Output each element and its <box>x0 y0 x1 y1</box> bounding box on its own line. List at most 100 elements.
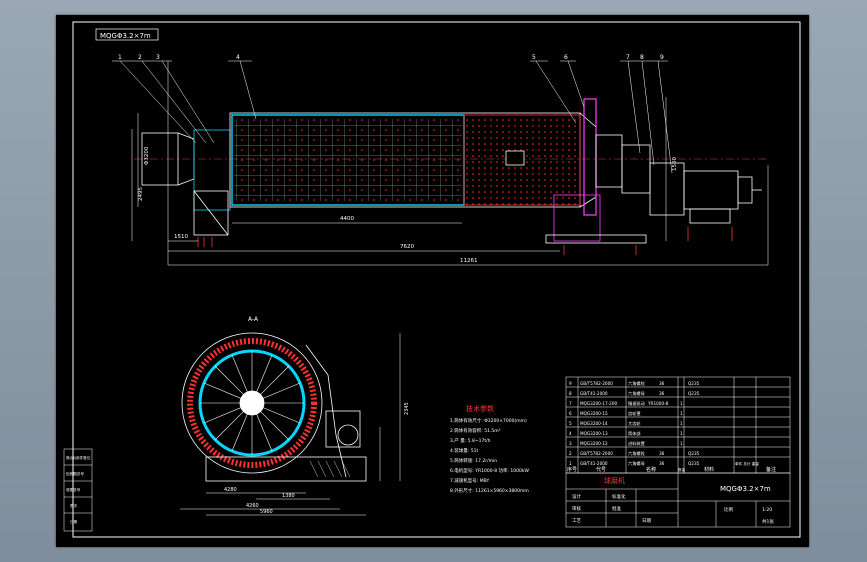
model-tag: MQGΦ3.2×7m <box>100 32 151 40</box>
tb-approve: 批准 <box>612 505 621 512</box>
bom-qty-8: 36 <box>659 391 665 396</box>
drawing-name: 球磨机 <box>604 476 625 485</box>
tech-heading: 技术参数 <box>466 404 494 413</box>
cad-drawing[interactable]: MQGΦ3.2×7m 11261 7620 1510 4400 Φ3200 24… <box>56 15 809 547</box>
manhole <box>505 150 525 166</box>
side-reducer <box>325 410 361 448</box>
balloon-4: 4 <box>236 54 240 61</box>
bom-name-8: 六角螺母 <box>628 390 645 397</box>
svg-text:代号: 代号 <box>596 466 606 473</box>
bom-name-2: 六角螺栓 <box>628 450 646 457</box>
bom-cnt-4: 1 <box>680 431 683 436</box>
tb-check: 审核 <box>572 505 581 512</box>
bom-code-3: MQG3200-12 <box>580 441 608 446</box>
bom-code-9: GB/T5782-2000 <box>580 381 613 386</box>
bom-code-1: GB/T41-2000 <box>580 461 608 466</box>
balloon-9: 9 <box>660 54 664 61</box>
side-dim-1: 4280 <box>224 487 237 493</box>
bom-no-5: 5 <box>569 421 572 426</box>
bom-name-6: 齿轮罩 <box>628 410 641 417</box>
dim-inner-length: 4400 <box>340 216 354 222</box>
bom-mat-8: Q235 <box>688 391 700 396</box>
tech-line-7: 7.减速机型号: MBY <box>450 477 489 484</box>
tech-line-4: 4.装球量: 51t <box>450 447 478 454</box>
stamp-5: 日期 <box>70 519 78 524</box>
bom-no-6: 6 <box>569 411 572 416</box>
svg-text:备注: 备注 <box>766 466 776 473</box>
discharge-cone <box>579 112 597 208</box>
dim-height-left: 2495 <box>138 187 144 201</box>
shell-inner-grid <box>234 119 462 201</box>
tech-line-1: 1.筒体有效尺寸: Φ3200×7000(mm) <box>450 417 527 424</box>
tb-design: 设计 <box>572 493 581 500</box>
section-label: A-A <box>248 316 259 323</box>
bom-no-2: 2 <box>569 451 572 456</box>
bom-mat-2: Q235 <box>688 451 700 456</box>
side-dim-2: 1380 <box>282 493 295 499</box>
bom-cnt-3: 1 <box>680 441 683 446</box>
side-pinion <box>337 424 359 446</box>
tb-date: 日期 <box>642 518 651 524</box>
tech-line-5: 5.筒体转速: 17.2r/min <box>450 457 497 464</box>
bom-name-1: 六角螺母 <box>628 460 645 467</box>
bom-qty-1: 36 <box>659 461 665 466</box>
side-dimensions <box>180 333 401 516</box>
discharge-trunnion <box>595 134 623 188</box>
bom-no-4: 4 <box>569 431 572 436</box>
balloon-6: 6 <box>564 54 568 61</box>
tech-line-2: 2.筒体有效容积: 51.5m³ <box>450 427 501 434</box>
bom-code-5: MQG3200-14 <box>580 421 608 426</box>
balloon-8: 8 <box>640 54 644 61</box>
bom-no-9: 9 <box>569 381 572 386</box>
svg-text:序号: 序号 <box>567 466 577 473</box>
bom-cnt-6: 1 <box>680 411 683 416</box>
side-view <box>181 332 367 482</box>
bom-no-7: 7 <box>569 401 572 406</box>
tech-line-6: 6.电机型号: YR1000-8 功率: 1000kW <box>450 467 529 474</box>
side-dim-height: 2345 <box>404 402 410 415</box>
dim-overall-length: 11261 <box>460 258 478 264</box>
dim-diameter: Φ3200 <box>144 146 150 165</box>
reducer <box>649 162 685 216</box>
bom-name-9: 六角螺栓 <box>628 380 646 387</box>
balloon-1: 1 <box>118 54 122 61</box>
bom-code-8: GB/T41-2000 <box>580 391 608 396</box>
bom-code-4: MQG3200-13 <box>580 431 608 436</box>
motor-body <box>683 170 739 210</box>
pinion-housing <box>621 144 651 194</box>
left-support-diag <box>193 190 229 236</box>
bom-no-3: 3 <box>569 441 572 446</box>
stamp-3: 底图总号 <box>66 487 81 492</box>
balloon-7: 7 <box>626 54 630 61</box>
girth-gear <box>583 98 597 216</box>
svg-text:单件 总计 重量: 单件 总计 重量 <box>735 461 759 466</box>
bom-mat-1: Q235 <box>688 461 700 466</box>
inner-frame <box>72 21 801 538</box>
bom-no-1: 1 <box>569 461 572 466</box>
tb-std: 标准化 <box>612 493 626 500</box>
svg-text:数量: 数量 <box>678 467 686 472</box>
bom-cnt-7: 1 <box>680 401 683 406</box>
bom-mat-9: Q235 <box>688 381 700 386</box>
dim-left-offset: 1510 <box>174 234 188 240</box>
bom-qty-9: 36 <box>659 381 665 386</box>
bom-code-7: MQG3200-17-200 <box>580 401 617 406</box>
spokes <box>200 351 304 455</box>
side-dim-4: 5960 <box>260 509 273 515</box>
right-base <box>545 234 647 244</box>
bom-code-2: GB/T5782-2000 <box>580 451 613 456</box>
bom-name-4: 筒体部 <box>628 430 641 437</box>
dim-height-right: 1500 <box>672 157 678 171</box>
balloon-2: 2 <box>138 54 142 61</box>
tb-sheet: 共1张 <box>762 518 774 525</box>
bom-qty-2: 36 <box>659 451 665 456</box>
bom-code-6: MQG3200-15 <box>580 411 608 416</box>
drawing-model: MQGΦ3.2×7m <box>720 485 771 493</box>
dim-shell-length: 7620 <box>400 244 414 250</box>
bom-rows: 9 GB/T5782-2000 六角螺栓 36 Q235 8 GB/T41-20… <box>569 380 700 467</box>
bom-spec-7: YR1000-8 <box>647 401 669 406</box>
bom-name-3: 进料装置 <box>628 440 645 447</box>
svg-text:材料: 材料 <box>704 466 714 473</box>
motor-base <box>689 208 731 224</box>
balloon-5: 5 <box>532 54 536 61</box>
